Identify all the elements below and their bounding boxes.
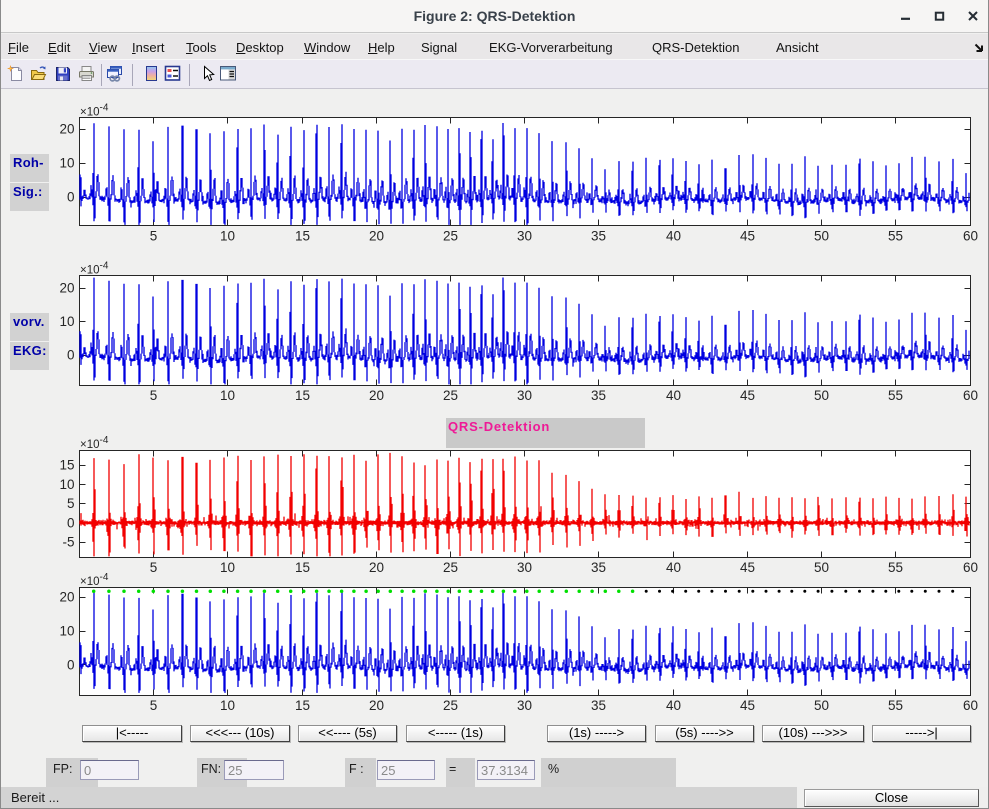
svg-text:10: 10 <box>59 156 74 171</box>
svg-text:20: 20 <box>59 590 74 605</box>
svg-text:35: 35 <box>591 388 606 403</box>
svg-text:45: 45 <box>740 560 755 575</box>
svg-text:×10-4: ×10-4 <box>80 261 109 277</box>
svg-text:45: 45 <box>740 698 755 713</box>
svg-text:50: 50 <box>814 388 829 403</box>
svg-text:15: 15 <box>59 458 74 473</box>
svg-text:10: 10 <box>220 698 235 713</box>
svg-text:25: 25 <box>443 388 458 403</box>
svg-text:35: 35 <box>591 698 606 713</box>
svg-text:10: 10 <box>59 624 74 639</box>
svg-text:10: 10 <box>220 229 235 244</box>
svg-text:×10-4: ×10-4 <box>80 435 109 451</box>
svg-text:40: 40 <box>666 229 681 244</box>
svg-text:30: 30 <box>517 388 532 403</box>
svg-text:5: 5 <box>67 496 75 511</box>
svg-text:15: 15 <box>295 388 310 403</box>
svg-text:25: 25 <box>443 698 458 713</box>
svg-text:25: 25 <box>443 229 458 244</box>
svg-text:40: 40 <box>666 698 681 713</box>
svg-text:60: 60 <box>963 560 978 575</box>
svg-text:5: 5 <box>150 388 158 403</box>
svg-text:20: 20 <box>59 122 74 137</box>
svg-text:20: 20 <box>369 698 384 713</box>
svg-text:60: 60 <box>963 388 978 403</box>
svg-text:45: 45 <box>740 388 755 403</box>
svg-text:5: 5 <box>150 229 158 244</box>
svg-text:×10-4: ×10-4 <box>80 572 109 588</box>
svg-text:30: 30 <box>517 560 532 575</box>
svg-text:30: 30 <box>517 698 532 713</box>
svg-text:50: 50 <box>814 229 829 244</box>
svg-text:15: 15 <box>295 698 310 713</box>
svg-text:25: 25 <box>443 560 458 575</box>
svg-text:10: 10 <box>220 388 235 403</box>
svg-text:35: 35 <box>591 229 606 244</box>
svg-text:50: 50 <box>814 698 829 713</box>
svg-text:40: 40 <box>666 388 681 403</box>
svg-text:60: 60 <box>963 229 978 244</box>
svg-text:55: 55 <box>888 229 903 244</box>
svg-text:5: 5 <box>150 698 158 713</box>
svg-text:50: 50 <box>814 560 829 575</box>
svg-text:35: 35 <box>591 560 606 575</box>
svg-text:55: 55 <box>888 560 903 575</box>
svg-text:10: 10 <box>220 560 235 575</box>
svg-text:0: 0 <box>67 657 75 672</box>
svg-text:40: 40 <box>666 560 681 575</box>
svg-text:5: 5 <box>150 560 158 575</box>
svg-text:55: 55 <box>888 698 903 713</box>
svg-text:20: 20 <box>59 281 74 296</box>
svg-text:0: 0 <box>67 515 75 530</box>
svg-text:45: 45 <box>740 229 755 244</box>
svg-text:10: 10 <box>59 477 74 492</box>
svg-text:15: 15 <box>295 229 310 244</box>
svg-text:60: 60 <box>963 698 978 713</box>
svg-text:0: 0 <box>67 348 75 363</box>
svg-text:10: 10 <box>59 314 74 329</box>
svg-text:55: 55 <box>888 388 903 403</box>
svg-text:20: 20 <box>369 229 384 244</box>
svg-text:-5: -5 <box>62 535 74 550</box>
svg-text:0: 0 <box>67 190 75 205</box>
svg-text:20: 20 <box>369 560 384 575</box>
svg-text:20: 20 <box>369 388 384 403</box>
svg-text:15: 15 <box>295 560 310 575</box>
svg-text:×10-4: ×10-4 <box>80 103 109 119</box>
svg-text:30: 30 <box>517 229 532 244</box>
